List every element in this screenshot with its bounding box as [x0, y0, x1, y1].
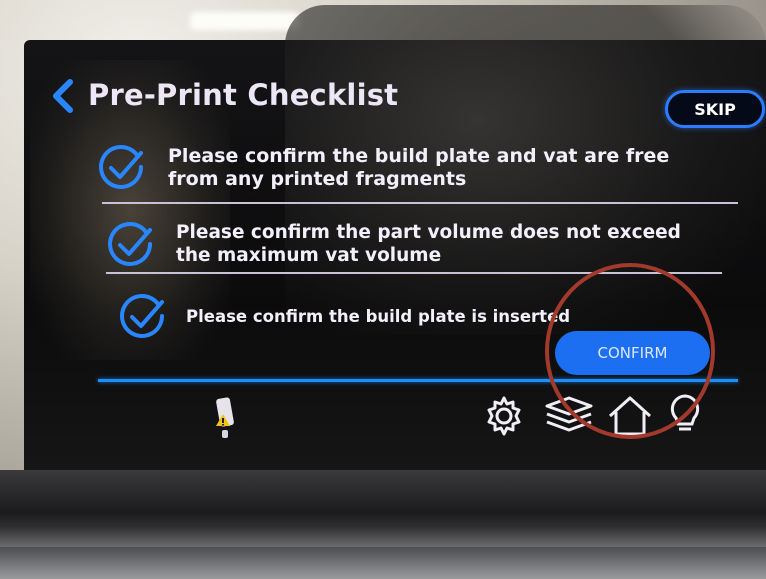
checklist-item-2: Please confirm the part volume does not …	[176, 221, 681, 267]
back-arrow-icon[interactable]	[50, 78, 78, 114]
annotation-circle	[545, 263, 715, 439]
checklist-item-2-line-2: the maximum vat volume	[176, 245, 442, 266]
check-circle-icon	[108, 222, 152, 266]
page-title: Pre-Print Checklist	[88, 78, 399, 112]
checklist-item-1-line-2: from any printed fragments	[168, 168, 467, 190]
checklist-item-3: Please confirm the build plate is insert…	[186, 305, 570, 328]
check-circle-icon	[120, 294, 164, 338]
skip-button-label: SKIP	[694, 99, 736, 119]
checklist-item-2-line-1: Please confirm the part volume does not …	[176, 222, 681, 243]
checklist-item-1: Please confirm the build plate and vat a…	[168, 145, 669, 191]
gear-icon[interactable]	[483, 395, 525, 437]
checklist-item-3-line-1: Please confirm the build plate is insert…	[186, 307, 571, 326]
skip-button[interactable]: SKIP	[665, 90, 765, 128]
resin-warning-icon[interactable]	[212, 396, 238, 440]
check-circle-icon	[99, 145, 143, 189]
checklist-item-1-line-1: Please confirm the build plate and vat a…	[168, 145, 670, 167]
divider	[102, 202, 738, 204]
pre-print-checklist-screen: Pre-Print Checklist SKIP Please confirm …	[0, 0, 766, 579]
